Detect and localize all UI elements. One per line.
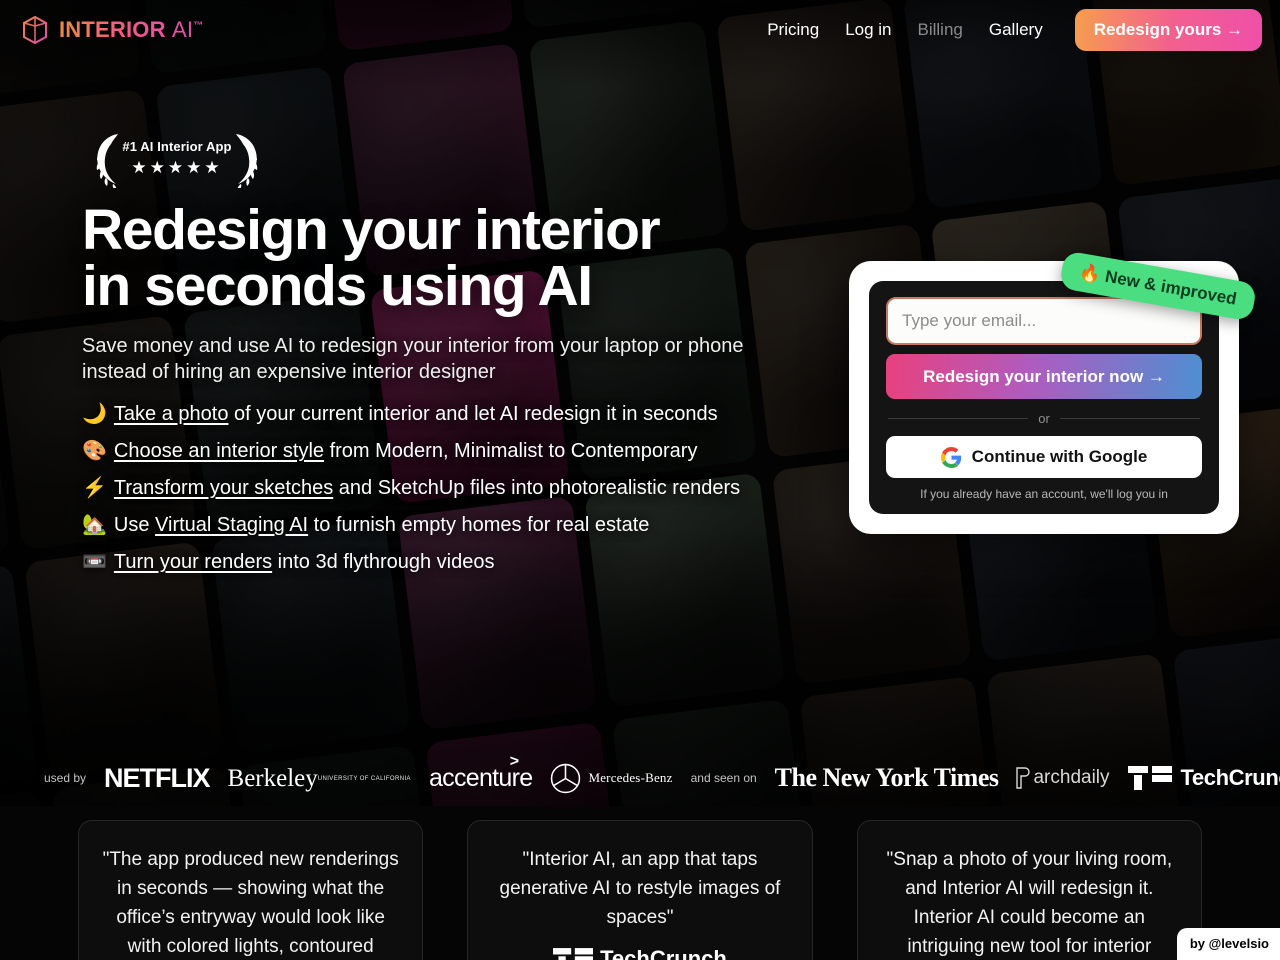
feature-emoji-icon: 🎨 <box>82 440 107 462</box>
brand-wordmark: INTERIOR AI™ <box>59 17 203 43</box>
redesign-yours-button[interactable]: Redesign yours → <box>1074 9 1262 51</box>
feature-text: and SketchUp files into photorealistic r… <box>333 477 741 499</box>
nav-item-pricing[interactable]: Pricing <box>767 20 819 40</box>
archdaily-mark-icon <box>1016 767 1031 789</box>
testimonial-quote: "Snap a photo of your living room, and I… <box>886 849 1173 957</box>
feature-item: 🏡 Use Virtual Staging AI to furnish empty… <box>82 512 842 538</box>
nav-item-login[interactable]: Log in <box>845 20 891 40</box>
redesign-now-button[interactable]: Redesign your interior now → <box>886 354 1202 399</box>
testimonial-row: "The app produced new renderings in seco… <box>0 820 1280 960</box>
google-button-label: Continue with Google <box>971 447 1148 466</box>
headline-line-2: in seconds using AI <box>82 254 593 318</box>
testimonial-card: "The app produced new renderings in seco… <box>78 820 424 960</box>
logo-netflix: NETFLIX <box>104 762 210 793</box>
or-divider: or <box>888 411 1200 426</box>
feature-item: ⚡ Transform your sketches and SketchUp fi… <box>82 475 842 501</box>
feature-prefix: Use <box>113 514 156 536</box>
google-icon <box>940 446 961 468</box>
accenture-arrow-icon: > <box>509 752 519 770</box>
main-nav: Pricing Log in Billing Gallery Redesign … <box>767 9 1262 51</box>
divider-line-left <box>888 418 1029 419</box>
divider-line-right <box>1059 418 1200 419</box>
press-logos-band: used by NETFLIX Berkeley UNIVERSITY OF C… <box>0 750 1280 806</box>
mercedes-star-icon <box>551 763 581 793</box>
or-label: or <box>1038 411 1050 426</box>
feature-text: of your current interior and let AI rede… <box>228 403 718 425</box>
logo-archdaily-name: archdaily <box>1033 767 1110 788</box>
feature-text: from Modern, Minimalist to Contemporary <box>324 440 698 462</box>
hero-subtitle: Save money and use AI to redesign your i… <box>82 335 744 383</box>
logo-mercedes-benz: Mercedes-Benz <box>550 763 672 794</box>
site-header: INTERIOR AI™ Pricing Log in Billing Gall… <box>0 0 1280 60</box>
brand-logo[interactable]: INTERIOR AI™ <box>22 16 203 44</box>
feature-link[interactable]: Take a photo <box>114 403 229 425</box>
testimonial-source-logo: TechCrunch <box>553 946 727 960</box>
testimonial-card: "Snap a photo of your living room, and I… <box>856 820 1202 960</box>
cube-icon <box>23 16 47 44</box>
brand-suffix: AI <box>172 17 194 42</box>
signup-note: If you already have an account, we'll lo… <box>920 487 1168 501</box>
award-badge-label: #1 AI Interior App <box>122 139 232 154</box>
page-title: Redesign your interior in seconds using … <box>82 202 842 315</box>
feature-item: 🎨 Choose an interior style from Modern, M… <box>82 438 842 464</box>
nav-item-billing[interactable]: Billing <box>918 20 963 40</box>
logo-berkeley: Berkeley UNIVERSITY OF CALIFORNIA <box>228 766 411 791</box>
page-root: INTERIOR AI™ Pricing Log in Billing Gall… <box>0 0 1280 960</box>
continue-with-google-button[interactable]: Continue with Google <box>886 436 1202 478</box>
logo-accenture: > accenture <box>429 753 533 793</box>
logo-techcrunch-name: TechCrunch <box>1180 765 1280 790</box>
feature-item: 📼 Turn your renders into 3d flythrough vi… <box>82 549 842 575</box>
logo-berkeley-sub: UNIVERSITY OF CALIFORNIA <box>317 776 411 782</box>
testimonial-quote: "The app produced new renderings in seco… <box>102 849 399 957</box>
feature-text: into 3d flythrough videos <box>272 551 495 573</box>
feature-text: to furnish empty homes for real estate <box>308 514 650 536</box>
testimonial-source-name: TechCrunch <box>600 946 727 960</box>
signup-card-inner: Redesign your interior now → or Continue… <box>869 281 1219 514</box>
byline-badge[interactable]: by @levelsio <box>1176 928 1280 960</box>
feature-item: 🌙 Take a photo of your current interior a… <box>82 401 842 427</box>
feature-link[interactable]: Virtual Staging AI <box>155 514 308 536</box>
award-badge: #1 AI Interior App ★★★★★ <box>82 130 272 188</box>
testimonial-card: "Interior AI, an app that taps generativ… <box>467 820 813 960</box>
logo-archdaily: archdaily <box>1016 767 1110 789</box>
feature-list: 🌙 Take a photo of your current interior a… <box>82 401 842 575</box>
feature-link[interactable]: Choose an interior style <box>114 440 324 462</box>
logo-techcrunch: TechCrunch <box>1127 765 1280 791</box>
feature-emoji-icon: 🌙 <box>82 403 107 425</box>
feature-link[interactable]: Turn your renders <box>114 551 272 573</box>
logo-mercedes-name: Mercedes-Benz <box>588 770 673 785</box>
used-by-label: used by <box>44 771 87 785</box>
logo-berkeley-name: Berkeley <box>227 764 318 792</box>
testimonial-source: TechCrunch <box>490 946 789 960</box>
nav-item-gallery[interactable]: Gallery <box>989 20 1043 40</box>
brand-name: INTERIOR <box>59 17 166 42</box>
hero-section: #1 AI Interior App ★★★★★ Redesign your i… <box>82 130 842 586</box>
headline-line-1: Redesign your interior <box>82 198 661 262</box>
brand-tm: ™ <box>193 20 204 32</box>
feature-emoji-icon: 🏡 <box>82 514 107 536</box>
logo-new-york-times: The New York Times <box>774 763 999 792</box>
award-badge-stars: ★★★★★ <box>131 158 223 177</box>
feature-emoji-icon: 📼 <box>82 551 107 573</box>
feature-link[interactable]: Transform your sketches <box>114 477 333 499</box>
techcrunch-mark-icon <box>553 948 594 960</box>
and-seen-on-label: and seen on <box>690 771 757 785</box>
feature-emoji-icon: ⚡ <box>82 477 107 499</box>
techcrunch-mark-icon <box>1127 766 1172 790</box>
testimonial-quote: "Interior AI, an app that taps generativ… <box>499 849 781 928</box>
